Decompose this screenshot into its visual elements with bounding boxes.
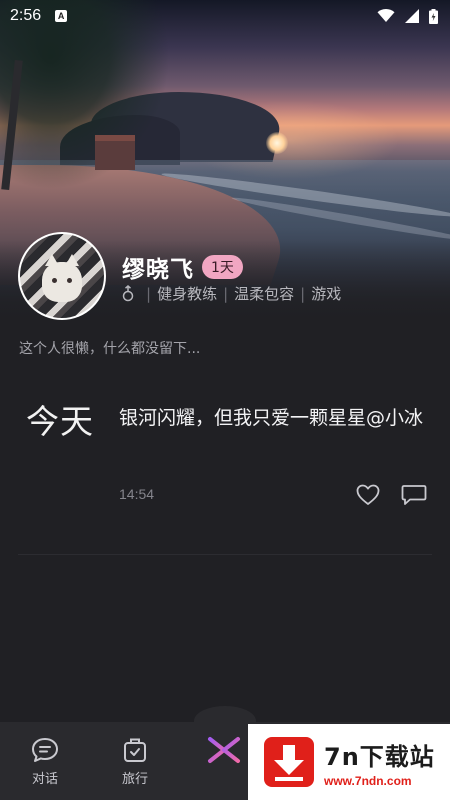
cat-eye xyxy=(67,278,72,283)
sun xyxy=(266,132,288,154)
name-row: 缪晓飞 1天 xyxy=(122,250,243,284)
nav-label-travel: 旅行 xyxy=(121,772,148,787)
nav-item-chat[interactable]: 对话 xyxy=(15,736,75,787)
chat-bubble-icon xyxy=(32,738,58,762)
status-bar: 2:56 A xyxy=(0,0,450,32)
like-heart-icon[interactable] xyxy=(356,484,380,506)
tags-row: | 健身教练 | 温柔包容 | 游戏 xyxy=(122,283,341,304)
watermark-text: 7n下载站 www.7ndn.com xyxy=(324,737,435,788)
tag-item: 游戏 xyxy=(311,285,342,303)
wifi-icon xyxy=(377,9,395,22)
beach-hut xyxy=(95,135,135,170)
days-badge: 1天 xyxy=(202,255,243,279)
nav-label-chat: 对话 xyxy=(31,772,58,787)
profile-name: 缪晓飞 xyxy=(122,257,194,283)
nav-item-travel[interactable]: 旅行 xyxy=(105,736,165,787)
avatar-image xyxy=(20,234,104,318)
status-icons xyxy=(377,8,438,24)
suitcase-icon xyxy=(124,738,146,762)
divider xyxy=(18,554,432,555)
tag-item: 健身教练 xyxy=(157,285,218,303)
post-date: 今天 xyxy=(26,402,94,441)
notification-icon: A xyxy=(55,10,68,22)
tag-item: 温柔包容 xyxy=(234,285,295,303)
status-time: 2:56 xyxy=(10,7,42,24)
gender-female-icon xyxy=(122,285,134,302)
battery-icon xyxy=(429,8,438,24)
comment-icon[interactable] xyxy=(401,484,427,506)
screen: 2:56 A 缪晓飞 1天 | 健身教练 | 温柔包容 | 游戏 这个人很懒，什 xyxy=(0,0,450,800)
tag-separator: | xyxy=(300,284,306,303)
signal-icon xyxy=(405,9,419,23)
tag-separator: | xyxy=(223,284,229,303)
x-logo-icon[interactable] xyxy=(206,736,242,764)
profile-bio: 这个人很懒，什么都没留下... xyxy=(19,341,201,357)
tag-separator: | xyxy=(146,284,152,303)
cat-picture xyxy=(42,254,82,302)
watermark: 7n下载站 www.7ndn.com xyxy=(248,724,450,800)
post-time: 14:54 xyxy=(119,486,155,502)
post-text[interactable]: 银河闪耀，但我只爱一颗星星@小冰 xyxy=(119,400,429,436)
avatar[interactable] xyxy=(18,232,106,320)
watermark-title: 7n下载站 xyxy=(324,742,435,771)
watermark-url: www.7ndn.com xyxy=(324,773,412,788)
cat-eye xyxy=(52,278,57,283)
download-arrow-icon xyxy=(264,737,314,787)
